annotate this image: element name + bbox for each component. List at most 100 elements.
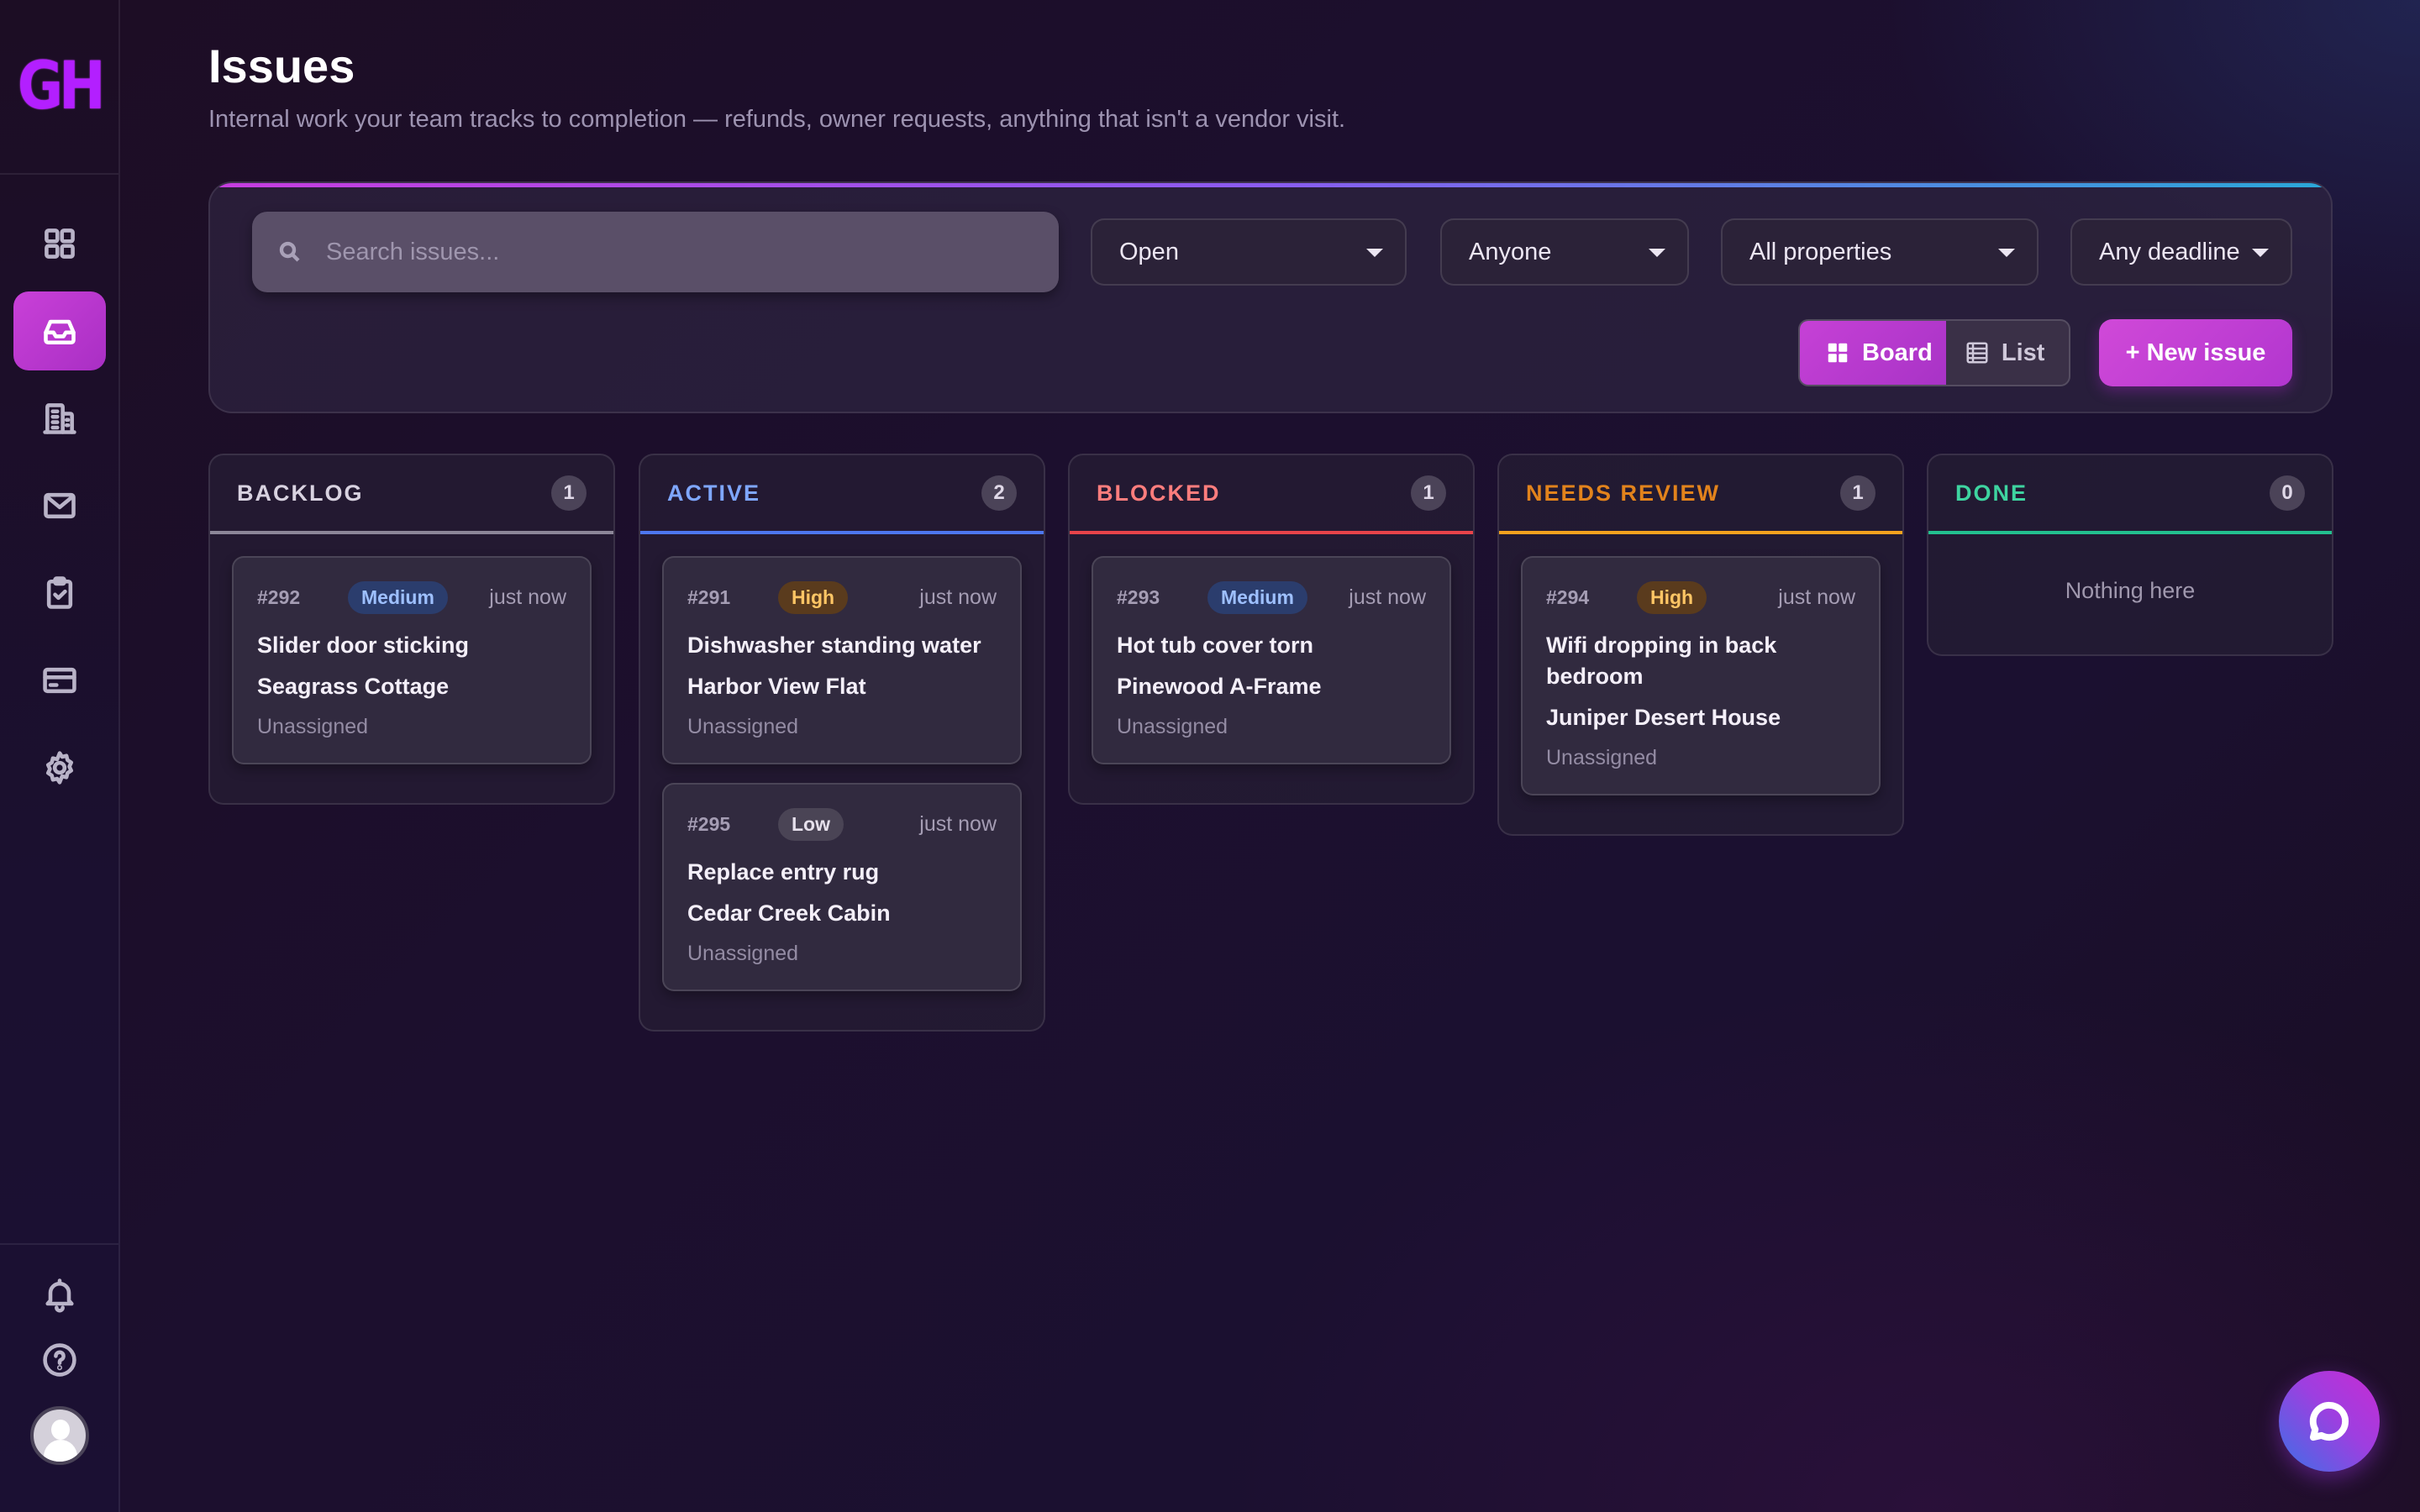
nav-properties[interactable] [13, 379, 106, 458]
board-view-button[interactable]: Board [1800, 321, 1946, 385]
property-filter[interactable]: All properties [1721, 218, 2039, 286]
chat-button[interactable] [2279, 1371, 2380, 1472]
column-count-badge: 2 [981, 475, 1017, 511]
view-toggle: Board List [1798, 319, 2070, 386]
deadline-filter-value: Any deadline [2099, 238, 2240, 265]
help-circle-icon [43, 1343, 76, 1377]
board-column-blocked: BLOCKED 1 #293 Medium just now Hot tub cover … [1068, 454, 1475, 805]
user-avatar[interactable] [30, 1406, 89, 1465]
gear-icon [45, 751, 74, 785]
avatar-body [44, 1440, 77, 1462]
page-subtitle: Internal work your team tracks to comple… [208, 106, 1346, 133]
issue-meta: #292 Medium just now [257, 580, 566, 615]
column-count-badge: 0 [2270, 475, 2305, 511]
property-filter-value: All properties [1749, 238, 1892, 265]
search-input[interactable] [326, 227, 1032, 277]
app-logo[interactable]: GH [0, 0, 118, 175]
column-title: DONE [1955, 480, 2028, 506]
nav-dashboard[interactable] [13, 204, 106, 283]
issue-meta: #294 High just now [1546, 580, 1855, 615]
issue-timestamp: just now [919, 811, 997, 836]
board-view-label: Board [1862, 339, 1933, 366]
new-issue-button[interactable]: + New issue [2099, 319, 2292, 386]
issue-card[interactable]: #291 High just now Dishwasher standing wate… [662, 556, 1022, 764]
issue-assignee: Unassigned [1546, 746, 1658, 769]
issue-title: Wifi dropping in back bedroom [1546, 633, 1777, 689]
issue-timestamp: just now [919, 585, 997, 609]
issue-card[interactable]: #295 Low just now Replace entry rug Cedar Cr… [662, 783, 1022, 991]
priority-badge: Medium [1207, 580, 1307, 614]
assignee-filter[interactable]: Anyone [1440, 218, 1689, 286]
nav-billing[interactable] [13, 641, 106, 720]
sidebar-divider [0, 1243, 118, 1245]
nav-tasks[interactable] [13, 554, 106, 633]
issue-assignee: Unassigned [687, 715, 799, 738]
column-count-badge: 1 [1840, 475, 1876, 511]
empty-state: Nothing here [2065, 578, 2196, 603]
grid-icon [45, 228, 75, 259]
column-count-badge: 1 [551, 475, 587, 511]
board-column-needs-review: NEEDS REVIEW 1 #294 High just now Wifi droppi… [1497, 454, 1904, 836]
issue-meta: #291 High just now [687, 580, 997, 615]
column-body: #294 High just now Wifi dropping in back be… [1499, 534, 1902, 834]
column-header: BLOCKED 1 [1070, 455, 1473, 534]
column-body: Nothing here [1928, 534, 2332, 654]
issue-assignee: Unassigned [687, 942, 799, 965]
issue-assignee: Unassigned [1117, 715, 1228, 738]
list-table-icon [1966, 342, 1988, 364]
issue-title: Replace entry rug [687, 859, 880, 885]
board-column-done: DONE 0 Nothing here [1927, 454, 2333, 656]
bell-icon [45, 1278, 74, 1313]
issue-card[interactable]: #293 Medium just now Hot tub cover torn Pine… [1092, 556, 1451, 764]
chat-bubble-icon [2309, 1401, 2349, 1441]
priority-badge: Low [778, 807, 844, 841]
mail-icon [44, 492, 76, 519]
nav-help[interactable] [13, 1320, 106, 1399]
deadline-filter[interactable]: Any deadline [2070, 218, 2292, 286]
chevron-down-icon [2252, 249, 2269, 257]
issue-timestamp: just now [1778, 585, 1855, 609]
board-grid-icon [1828, 343, 1848, 363]
search-box [252, 212, 1059, 292]
issue-id: #295 [687, 812, 731, 835]
clipboard-check-icon [46, 576, 73, 609]
column-body: #291 High just now Dishwasher standing wate… [640, 534, 1044, 1030]
chevron-down-icon [1649, 249, 1665, 257]
nav-messages[interactable] [13, 466, 106, 545]
list-view-button[interactable]: List [1946, 321, 2069, 385]
issue-card[interactable]: #292 Medium just now Slider door sticking Se… [232, 556, 592, 764]
status-filter[interactable]: Open [1091, 218, 1407, 286]
avatar-head [51, 1420, 70, 1440]
column-header: NEEDS REVIEW 1 [1499, 455, 1902, 534]
issue-property: Juniper Desert House [1546, 705, 1781, 730]
page-title: Issues [208, 39, 355, 92]
chevron-down-icon [1366, 249, 1383, 257]
board-column-backlog: BACKLOG 1 #292 Medium just now Slider door st… [208, 454, 615, 805]
logo-text: GH [17, 49, 106, 124]
issue-timestamp: just now [489, 585, 566, 609]
sidebar: GH [0, 0, 120, 1512]
issue-meta: #295 Low just now [687, 806, 997, 842]
issue-id: #294 [1546, 585, 1590, 608]
building-icon [43, 403, 76, 434]
column-body: #292 Medium just now Slider door sticking Se… [210, 534, 613, 803]
issue-meta: #293 Medium just now [1117, 580, 1426, 615]
nav-issues[interactable] [13, 291, 106, 370]
issue-card[interactable]: #294 High just now Wifi dropping in back be… [1521, 556, 1881, 795]
column-body: #293 Medium just now Hot tub cover torn Pine… [1070, 534, 1473, 803]
search-icon [279, 241, 300, 262]
chevron-down-icon [1998, 249, 2015, 257]
column-title: BACKLOG [237, 480, 364, 506]
status-filter-value: Open [1119, 238, 1179, 265]
priority-badge: High [1637, 580, 1707, 614]
issue-title: Slider door sticking [257, 633, 470, 658]
filter-panel: Open Anyone All properties Any deadline … [208, 181, 2333, 413]
column-header: DONE 0 [1928, 455, 2332, 534]
issue-id: #291 [687, 585, 731, 608]
column-title: NEEDS REVIEW [1526, 480, 1721, 506]
nav-settings[interactable] [13, 728, 106, 807]
column-header: BACKLOG 1 [210, 455, 613, 534]
issue-property: Pinewood A-Frame [1117, 674, 1322, 699]
issue-title: Dishwasher standing water [687, 633, 981, 658]
priority-badge: High [778, 580, 849, 614]
